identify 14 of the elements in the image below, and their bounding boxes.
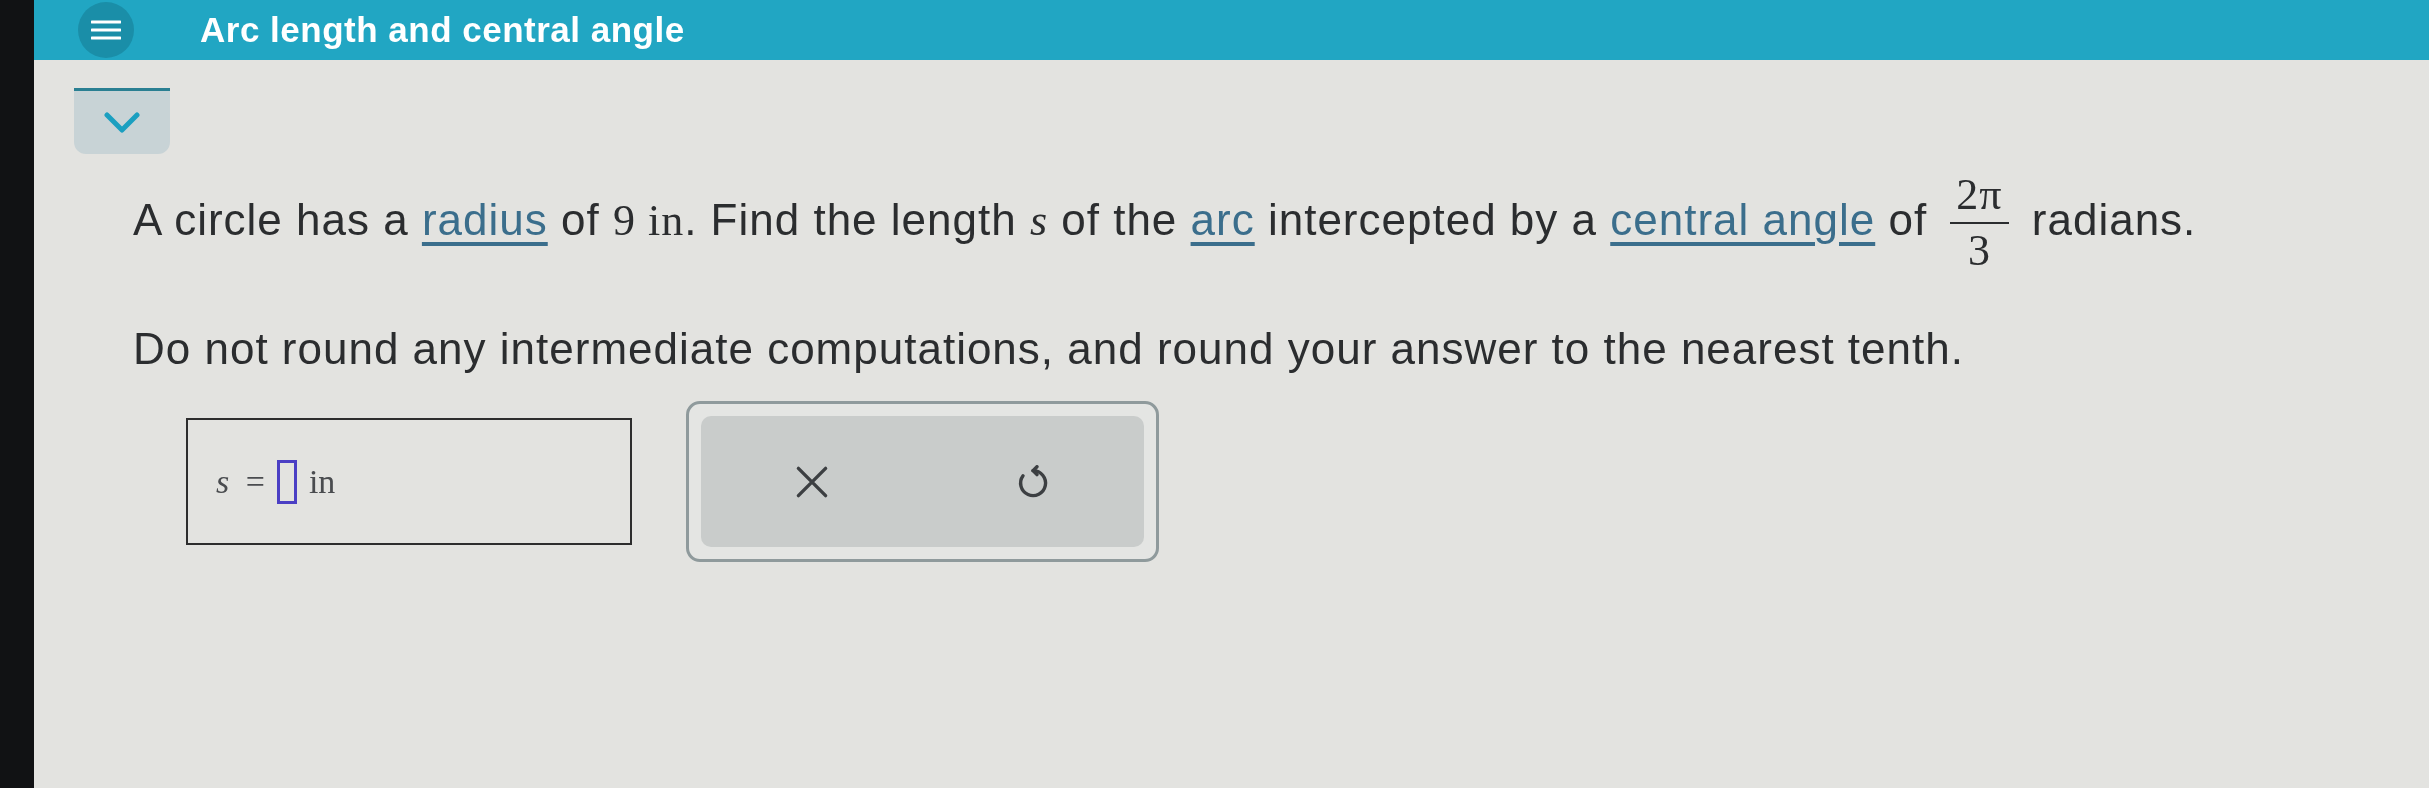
collapse-button[interactable] <box>74 88 170 154</box>
equation-label: s = <box>216 462 265 501</box>
close-icon <box>794 464 829 499</box>
input-field[interactable] <box>276 459 297 504</box>
term-link[interactable]: central angle <box>1610 195 1876 244</box>
unit-label: in <box>308 462 336 501</box>
term-link[interactable]: radius <box>421 195 548 244</box>
term-link[interactable]: arc <box>1190 195 1255 244</box>
instruction-text: Do not round any intermediate computations, and round your answer to the nearest tenth. <box>133 324 1964 374</box>
clear-button[interactable] <box>794 464 829 499</box>
lesson-title: Arc length and central angle <box>200 10 685 50</box>
menu-button[interactable] <box>78 2 134 58</box>
chevron-down-icon <box>104 111 140 134</box>
menu-icon <box>91 20 121 40</box>
